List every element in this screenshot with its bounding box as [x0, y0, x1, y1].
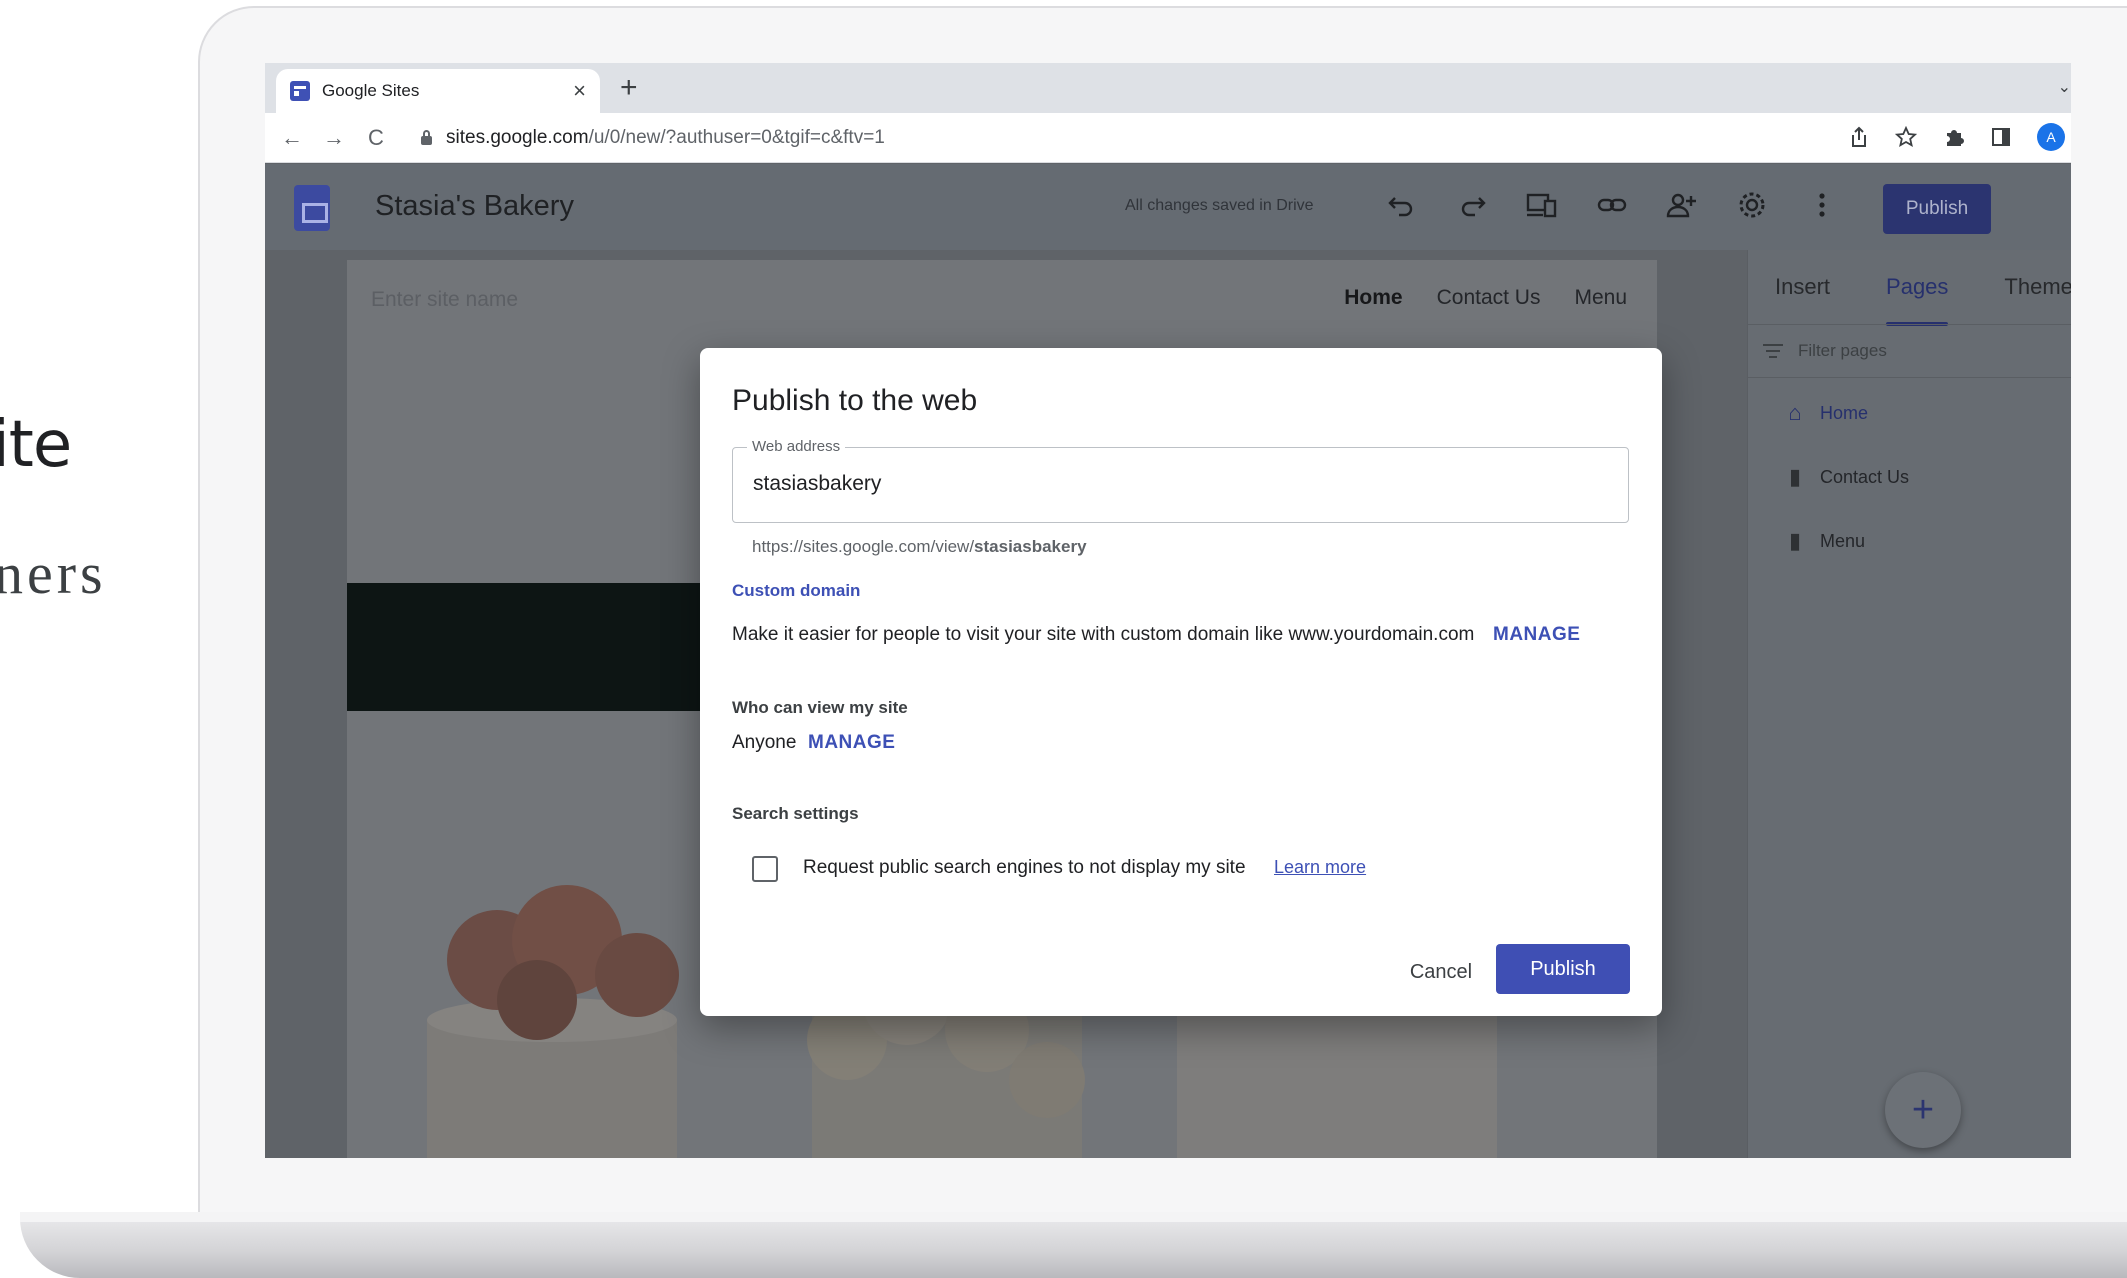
tab-insert[interactable]: Insert — [1775, 274, 1830, 300]
url-host: sites.google.com — [446, 127, 589, 148]
home-icon: ⌂ — [1788, 400, 1802, 425]
page-item-label: Home — [1820, 402, 1869, 423]
manage-custom-domain-button[interactable]: MANAGE — [1493, 624, 1580, 646]
tab-search-chevron-icon[interactable]: ⌄ — [2058, 77, 2071, 97]
custom-domain-description: Make it easier for people to visit your … — [732, 624, 1475, 645]
published-url-preview: https://sites.google.com/view/stasiasbak… — [752, 537, 1087, 557]
undo-icon[interactable] — [1385, 190, 1419, 220]
hide-from-search-label[interactable]: Request public search engines to not dis… — [803, 857, 1246, 879]
add-page-fab[interactable]: + — [1885, 1072, 1961, 1148]
star-icon[interactable] — [1895, 126, 1917, 148]
reload-button[interactable]: C — [355, 125, 397, 151]
save-status: All changes saved in Drive — [1125, 197, 1314, 214]
tab-title: Google Sites — [322, 81, 420, 100]
site-name-placeholder[interactable]: Enter site name — [371, 288, 518, 312]
share-with-others-icon[interactable] — [1665, 190, 1699, 220]
side-panel-tabs: Insert Pages Theme — [1748, 250, 2071, 326]
site-nav-menu[interactable]: Menu — [1574, 286, 1627, 310]
tab-pages[interactable]: Pages — [1886, 274, 1949, 326]
site-document-title[interactable]: Stasia's Bakery — [375, 190, 574, 223]
slide-title-fragment: ite — [0, 408, 72, 482]
laptop-screen: Google Sites × + ⌄ ← → C sites.google.co… — [265, 63, 2071, 1158]
site-navigation: Home Contact Us Menu — [1344, 286, 1627, 310]
url-slug: stasiasbakery — [974, 537, 1087, 556]
browser-toolbar-icons: A — [1849, 123, 2065, 151]
back-button[interactable]: ← — [271, 125, 313, 151]
sites-app-bar: Stasia's Bakery All changes saved in Dri… — [265, 164, 2071, 250]
filter-pages-placeholder: Filter pages — [1798, 341, 1887, 360]
more-vert-icon[interactable] — [1805, 190, 1839, 220]
site-nav-home[interactable]: Home — [1344, 286, 1402, 310]
slide-subtitle-fragment: ners — [0, 541, 107, 606]
filter-pages-input[interactable]: Filter pages — [1748, 324, 2071, 378]
laptop-base — [20, 1212, 2127, 1278]
page-item-label: Contact Us — [1820, 466, 1910, 487]
sites-favicon-icon — [290, 81, 310, 101]
site-nav-contact-us[interactable]: Contact Us — [1437, 286, 1541, 310]
who-can-view-value: Anyone — [732, 732, 797, 753]
sidepanel-icon[interactable] — [1991, 127, 2011, 147]
web-address-field[interactable]: Web address — [732, 438, 1629, 523]
cancel-button[interactable]: Cancel — [1396, 948, 1486, 996]
lock-icon — [421, 129, 432, 145]
sites-logo-icon[interactable] — [294, 185, 330, 231]
browser-toolbar: ← → C sites.google.com/u/0/new/?authuser… — [265, 113, 2071, 163]
tab-theme[interactable]: Theme — [2004, 274, 2071, 300]
share-icon[interactable] — [1849, 126, 1869, 148]
app-bar-icons — [1385, 190, 1839, 220]
custom-domain-heading[interactable]: Custom domain — [732, 581, 860, 601]
profile-avatar[interactable]: A — [2037, 123, 2065, 151]
browser-tab[interactable]: Google Sites × — [276, 69, 600, 113]
address-bar[interactable]: sites.google.com/u/0/new/?authuser=0&tgi… — [413, 120, 2013, 156]
right-side-panel: Insert Pages Theme Filter pages ⌂ Home ▮… — [1747, 250, 2071, 1158]
settings-gear-icon[interactable] — [1735, 190, 1769, 220]
page-item-label: Menu — [1820, 530, 1866, 551]
forward-button[interactable]: → — [313, 125, 355, 151]
browser-tabbar: Google Sites × + ⌄ — [265, 63, 2071, 113]
page-icon: ▮ — [1788, 528, 1802, 553]
manage-visibility-button[interactable]: MANAGE — [808, 732, 895, 754]
url-path: /u/0/new/?authuser=0&tgif=c&ftv=1 — [588, 127, 885, 148]
redo-icon[interactable] — [1455, 190, 1489, 220]
search-settings-heading: Search settings — [732, 804, 859, 823]
web-address-input[interactable] — [753, 472, 1603, 496]
page-item-contact-us[interactable]: ▮ Contact Us — [1784, 464, 1909, 490]
url-prefix: https://sites.google.com/view/ — [752, 537, 975, 556]
page-item-home[interactable]: ⌂ Home — [1784, 400, 1868, 426]
new-tab-button[interactable]: + — [620, 71, 638, 105]
publish-dialog: Publish to the web Web address https://s… — [700, 348, 1662, 1016]
who-can-view-heading: Who can view my site — [732, 698, 908, 717]
preview-device-icon[interactable] — [1525, 190, 1559, 220]
publish-button[interactable]: Publish — [1496, 944, 1630, 994]
dialog-title: Publish to the web — [732, 384, 978, 417]
close-tab-icon[interactable]: × — [573, 78, 586, 104]
extension-icon[interactable] — [1943, 126, 1965, 148]
learn-more-link[interactable]: Learn more — [1274, 857, 1366, 878]
link-icon[interactable] — [1595, 190, 1629, 220]
page-icon: ▮ — [1788, 464, 1802, 489]
filter-icon — [1762, 344, 1784, 358]
publish-button-top[interactable]: Publish — [1883, 184, 1991, 234]
hide-from-search-checkbox[interactable] — [752, 856, 778, 882]
page-item-menu[interactable]: ▮ Menu — [1784, 528, 1865, 554]
web-address-label: Web address — [747, 438, 846, 455]
